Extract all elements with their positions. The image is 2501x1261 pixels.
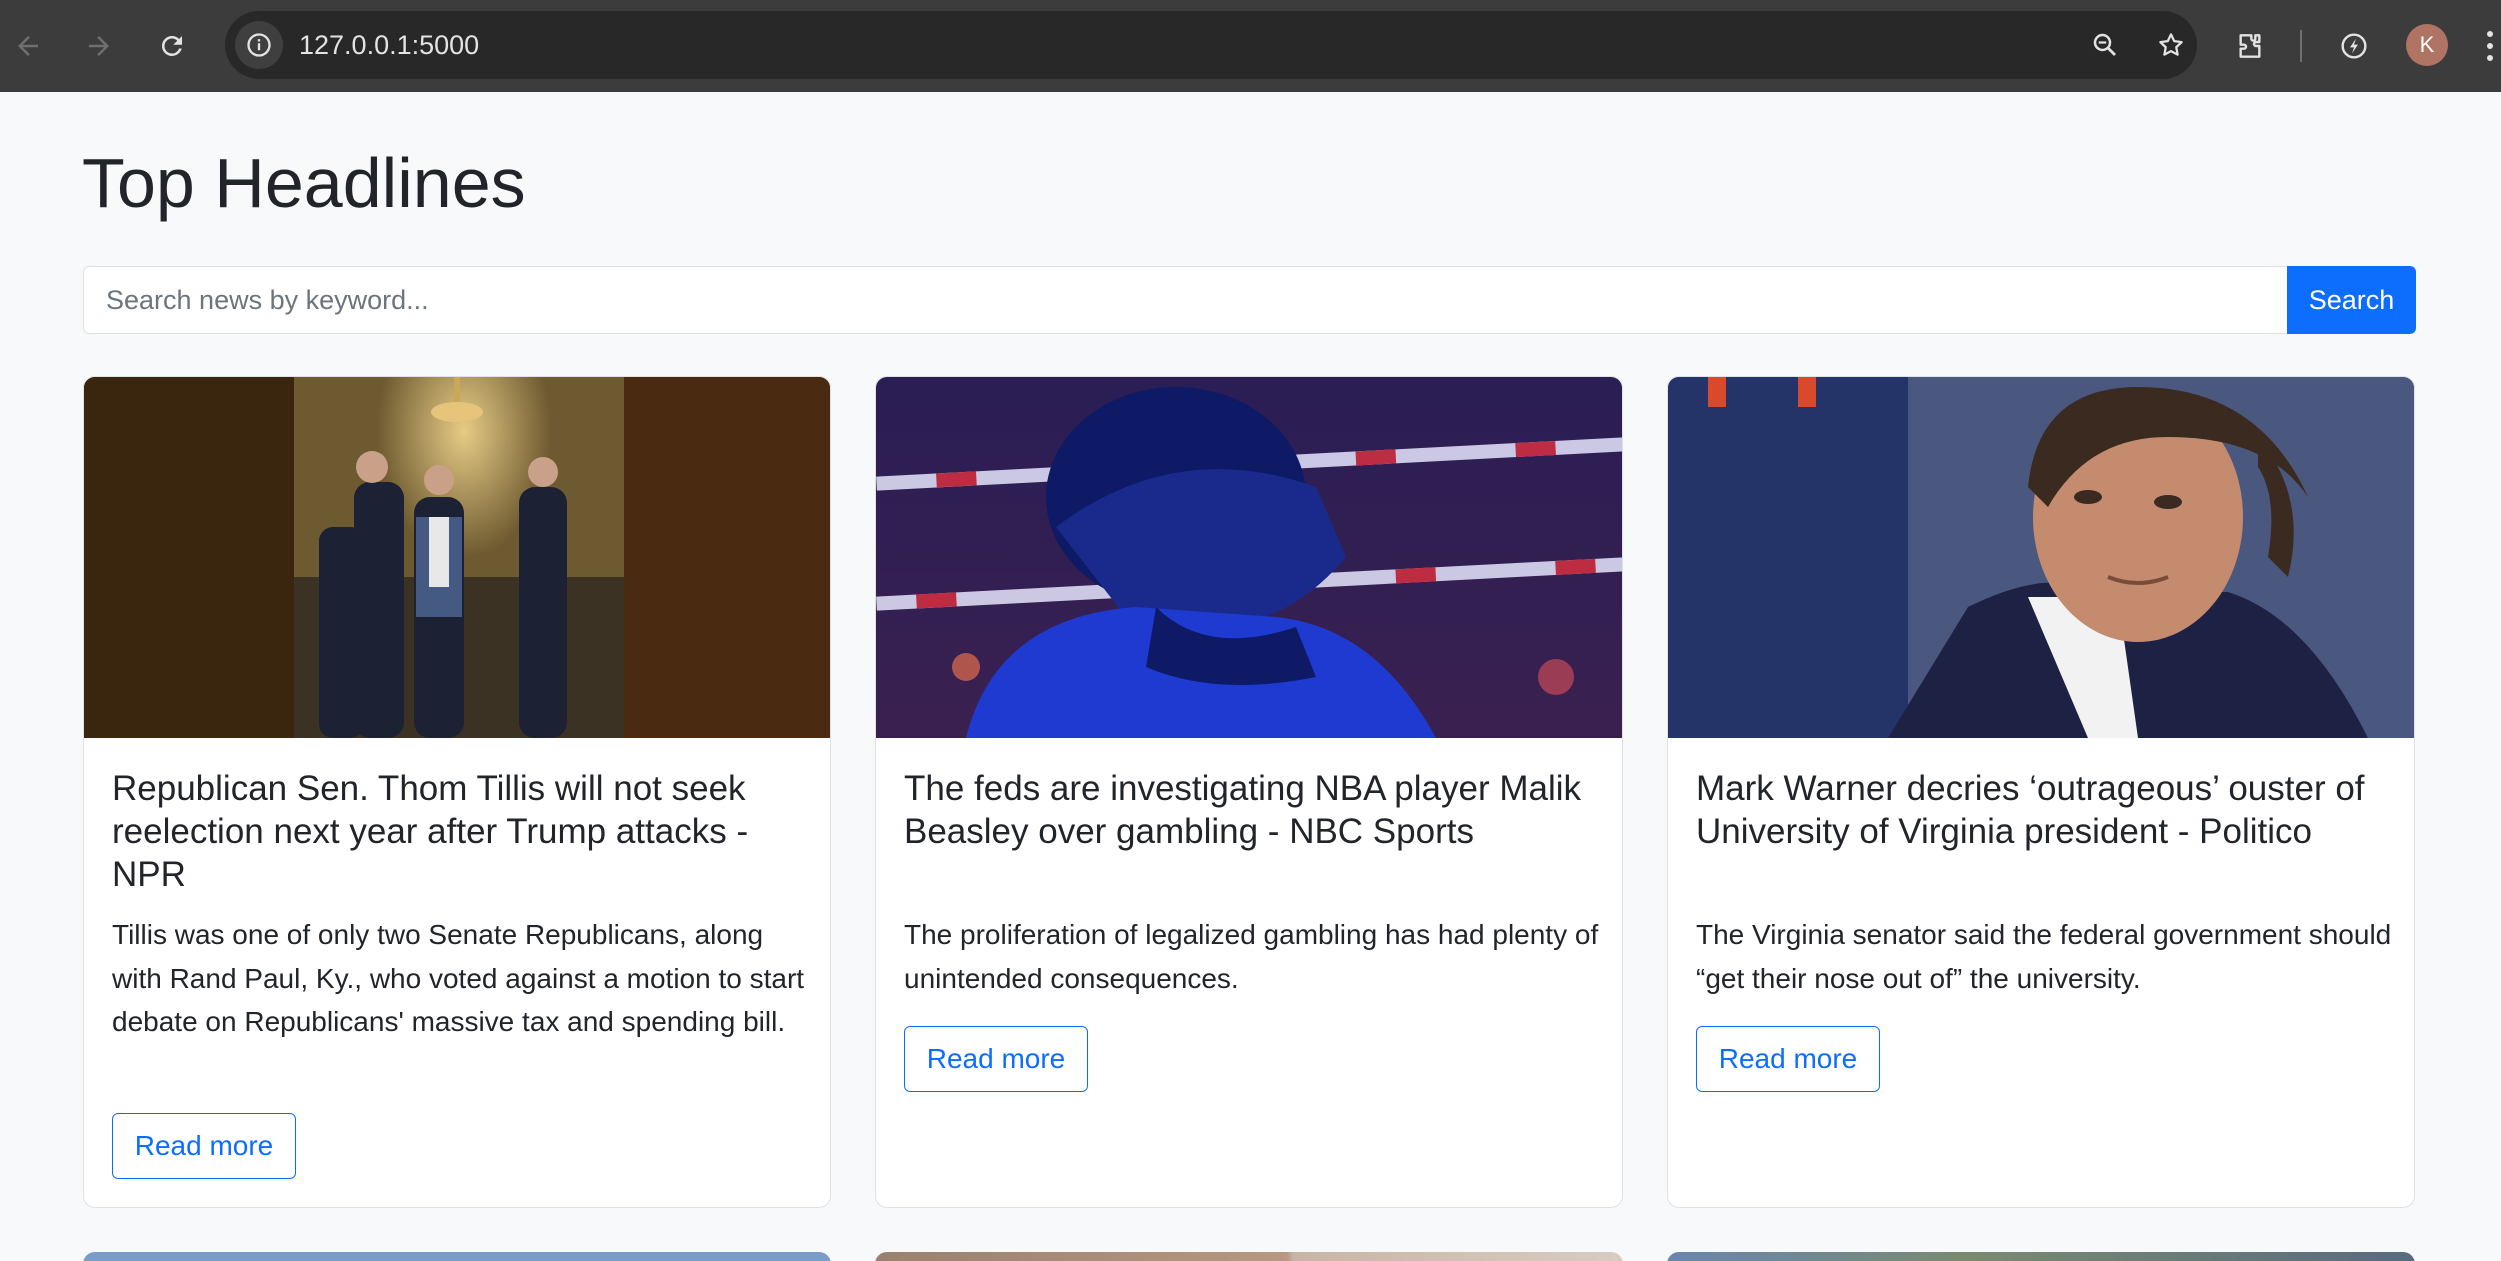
- toolbar-divider: [2300, 30, 2302, 62]
- browser-toolbar: 127.0.0.1:5000 K: [0, 0, 2501, 92]
- article-card-partial[interactable]: [1667, 1252, 2415, 1261]
- article-title: The feds are investigating NBA player Ma…: [904, 769, 1581, 851]
- bookmark-button[interactable]: [2147, 21, 2195, 69]
- article-description: The proliferation of legalized gambling …: [904, 919, 1599, 994]
- forward-arrow-icon: [89, 36, 109, 56]
- site-info-button[interactable]: [235, 21, 283, 69]
- more-icon: [2487, 31, 2493, 61]
- address-bar[interactable]: 127.0.0.1:5000: [225, 11, 2197, 79]
- url-text[interactable]: 127.0.0.1:5000: [299, 11, 479, 79]
- article-title: Mark Warner decries ‘outrageous’ ouster …: [1696, 769, 2365, 851]
- article-image[interactable]: [1668, 377, 2414, 738]
- article-card-partial[interactable]: [875, 1252, 1623, 1261]
- article-description: The Virginia senator said the federal go…: [1696, 919, 2392, 994]
- reload-icon: [161, 35, 182, 56]
- article-title: Republican Sen. Thom Tillis will not see…: [112, 769, 749, 894]
- article-card: The feds are investigating NBA player Ma…: [875, 376, 1623, 1208]
- read-more-button[interactable]: Read more: [1696, 1026, 1880, 1092]
- back-arrow-icon: [18, 36, 38, 56]
- zoom-icon: [2093, 33, 2116, 56]
- zoom-button[interactable]: [2081, 21, 2129, 69]
- article-card: Mark Warner decries ‘outrageous’ ouster …: [1667, 376, 2415, 1208]
- article-image[interactable]: [876, 377, 1622, 738]
- article-card-partial[interactable]: [83, 1252, 831, 1261]
- read-more-button[interactable]: Read more: [904, 1026, 1088, 1092]
- profile-avatar[interactable]: K: [2406, 24, 2448, 66]
- search-form: Search: [83, 266, 2416, 334]
- forward-button[interactable]: [75, 22, 123, 70]
- article-description: Tillis was one of only two Senate Republ…: [112, 919, 805, 1037]
- article-image[interactable]: [84, 377, 830, 738]
- more-menu-button[interactable]: [2480, 24, 2501, 68]
- extensions-icon: [2239, 34, 2261, 58]
- article-card: Republican Sen. Thom Tillis will not see…: [83, 376, 831, 1208]
- search-button[interactable]: Search: [2287, 266, 2416, 334]
- reload-button[interactable]: [148, 22, 196, 70]
- extensions-button[interactable]: [2224, 20, 2276, 72]
- back-button[interactable]: [4, 22, 52, 70]
- page-title: Top Headlines: [82, 144, 526, 222]
- performance-icon: [2341, 33, 2367, 59]
- star-icon: [2159, 33, 2183, 56]
- site-info-icon: [247, 33, 271, 57]
- performance-button[interactable]: [2328, 20, 2380, 72]
- read-more-button[interactable]: Read more: [112, 1113, 296, 1179]
- search-input[interactable]: [83, 266, 2289, 334]
